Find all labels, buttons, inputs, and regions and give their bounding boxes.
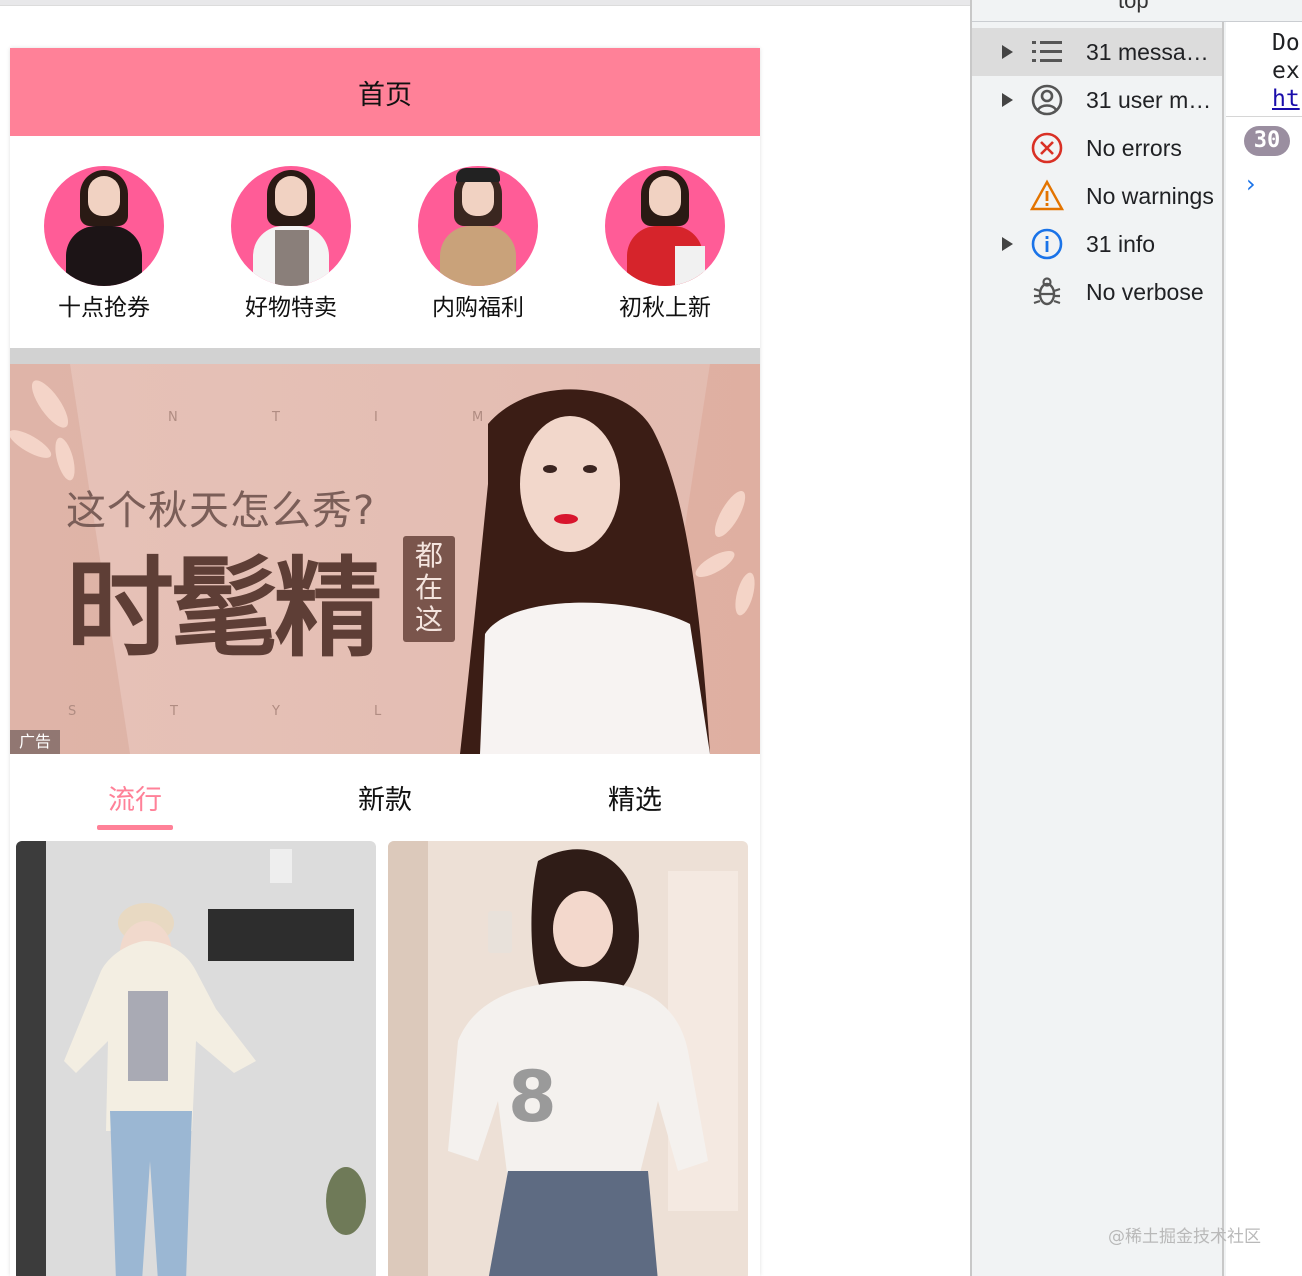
svg-text:8: 8 xyxy=(508,1056,557,1138)
filter-errors[interactable]: No errors xyxy=(972,124,1222,172)
console-text: ex xyxy=(1272,58,1300,84)
goods-list: 8 xyxy=(10,840,760,1276)
recommend-avatar xyxy=(44,166,164,286)
filter-label: 31 user m… xyxy=(1086,86,1212,113)
expand-caret-icon[interactable] xyxy=(1002,237,1013,251)
goods-image xyxy=(16,841,376,1276)
filter-label: 31 info xyxy=(1086,230,1156,257)
banner-letter: S xyxy=(68,704,77,719)
recommend-item-welfare[interactable]: 内购福利 xyxy=(408,166,548,322)
screen: 首页 十点抢券 好物特卖 内购福利 初秋上新 N T I M 这个秋天怎么秀? … xyxy=(0,0,1302,1276)
tab-new[interactable]: 新款 xyxy=(305,778,465,817)
filter-label: 31 messa… xyxy=(1086,38,1209,65)
expand-caret-icon[interactable] xyxy=(1002,45,1013,59)
repeat-count-badge: 30 xyxy=(1244,126,1290,156)
recommend-label: 好物特卖 xyxy=(245,295,337,321)
warning-icon xyxy=(1030,179,1064,211)
filter-label: No verbose xyxy=(1086,278,1204,305)
filter-warnings[interactable]: No warnings xyxy=(972,172,1222,220)
banner-letter: Y xyxy=(272,704,280,719)
error-icon xyxy=(1031,132,1063,164)
mobile-app: 首页 十点抢券 好物特卖 内购福利 初秋上新 N T I M 这个秋天怎么秀? … xyxy=(10,48,760,1276)
bug-icon xyxy=(1033,277,1061,306)
goods-image: 8 xyxy=(388,841,748,1276)
filter-info[interactable]: 31 info xyxy=(972,220,1222,268)
devtools-toolbar: top xyxy=(972,0,1302,22)
filter-user-messages[interactable]: 31 user m… xyxy=(972,76,1222,124)
tab-active-indicator xyxy=(97,825,173,830)
filter-label: No errors xyxy=(1086,134,1182,161)
filter-verbose[interactable]: No verbose xyxy=(972,268,1222,316)
banner-text-layer: N T I M 这个秋天怎么秀? 时髦精 都 在 这 S T Y L xyxy=(10,364,760,754)
filter-messages[interactable]: 31 messa… xyxy=(972,28,1222,76)
recommend-item-new[interactable]: 初秋上新 xyxy=(595,166,735,322)
recommend-avatar xyxy=(418,166,538,286)
banner-letter: I xyxy=(374,410,378,425)
banner-big-text: 时髦精 xyxy=(66,547,382,672)
banner-side-char: 这 xyxy=(414,603,443,636)
console-sidebar: 31 messa… 31 user m… No errors No warnin… xyxy=(972,22,1224,1276)
recommend-section: 十点抢券 好物特卖 内购福利 初秋上新 xyxy=(10,136,760,348)
console-text: Do xyxy=(1272,30,1300,56)
filter-label: No warnings xyxy=(1086,182,1214,209)
banner-letter: N xyxy=(168,410,178,425)
nav-bar: 首页 xyxy=(10,48,760,136)
banner-letter: L xyxy=(374,704,382,719)
user-icon xyxy=(1031,84,1063,116)
console-link[interactable]: ht xyxy=(1272,86,1300,112)
recommend-label: 内购福利 xyxy=(432,295,524,321)
console-prompt-icon[interactable]: › xyxy=(1246,170,1256,198)
console-separator xyxy=(1226,116,1302,117)
banner-side-box: 都 在 这 xyxy=(403,536,455,642)
recommend-avatar xyxy=(605,166,725,286)
ad-label: 广告 xyxy=(10,730,60,754)
browser-top-strip xyxy=(0,0,970,6)
tab-popular[interactable]: 流行 xyxy=(55,778,215,817)
recommend-label: 初秋上新 xyxy=(619,295,711,321)
recommend-label: 十点抢券 xyxy=(58,295,150,321)
nav-title: 首页 xyxy=(358,79,412,111)
banner-side-char: 在 xyxy=(414,571,443,604)
goods-item[interactable]: 8 xyxy=(388,841,748,1276)
banner-letter: T xyxy=(170,704,178,719)
recommend-item-coupon[interactable]: 十点抢券 xyxy=(34,166,174,322)
banner-letter: M xyxy=(472,410,484,425)
banner-side-char: 都 xyxy=(414,539,443,572)
expand-caret-icon[interactable] xyxy=(1002,93,1013,107)
watermark: @稀土掘金技术社区 xyxy=(1108,1227,1261,1247)
devtools-panel: top 31 messa… 31 user m… No errors No wa… xyxy=(970,0,1302,1276)
banner-letter: T xyxy=(272,410,280,425)
banner[interactable]: N T I M 这个秋天怎么秀? 时髦精 都 在 这 S T Y L 广告 xyxy=(10,364,760,754)
list-icon xyxy=(1032,41,1062,62)
recommend-item-sale[interactable]: 好物特卖 xyxy=(221,166,361,322)
section-divider xyxy=(10,348,760,364)
tab-control: 流行 新款 精选 xyxy=(10,754,760,840)
context-selector[interactable]: top xyxy=(1118,0,1149,14)
console-output: Do ex ht 30 › xyxy=(1226,22,1302,1276)
info-icon xyxy=(1031,228,1063,260)
goods-item[interactable] xyxy=(16,841,376,1276)
recommend-avatar xyxy=(231,166,351,286)
tab-selected[interactable]: 精选 xyxy=(555,778,715,817)
